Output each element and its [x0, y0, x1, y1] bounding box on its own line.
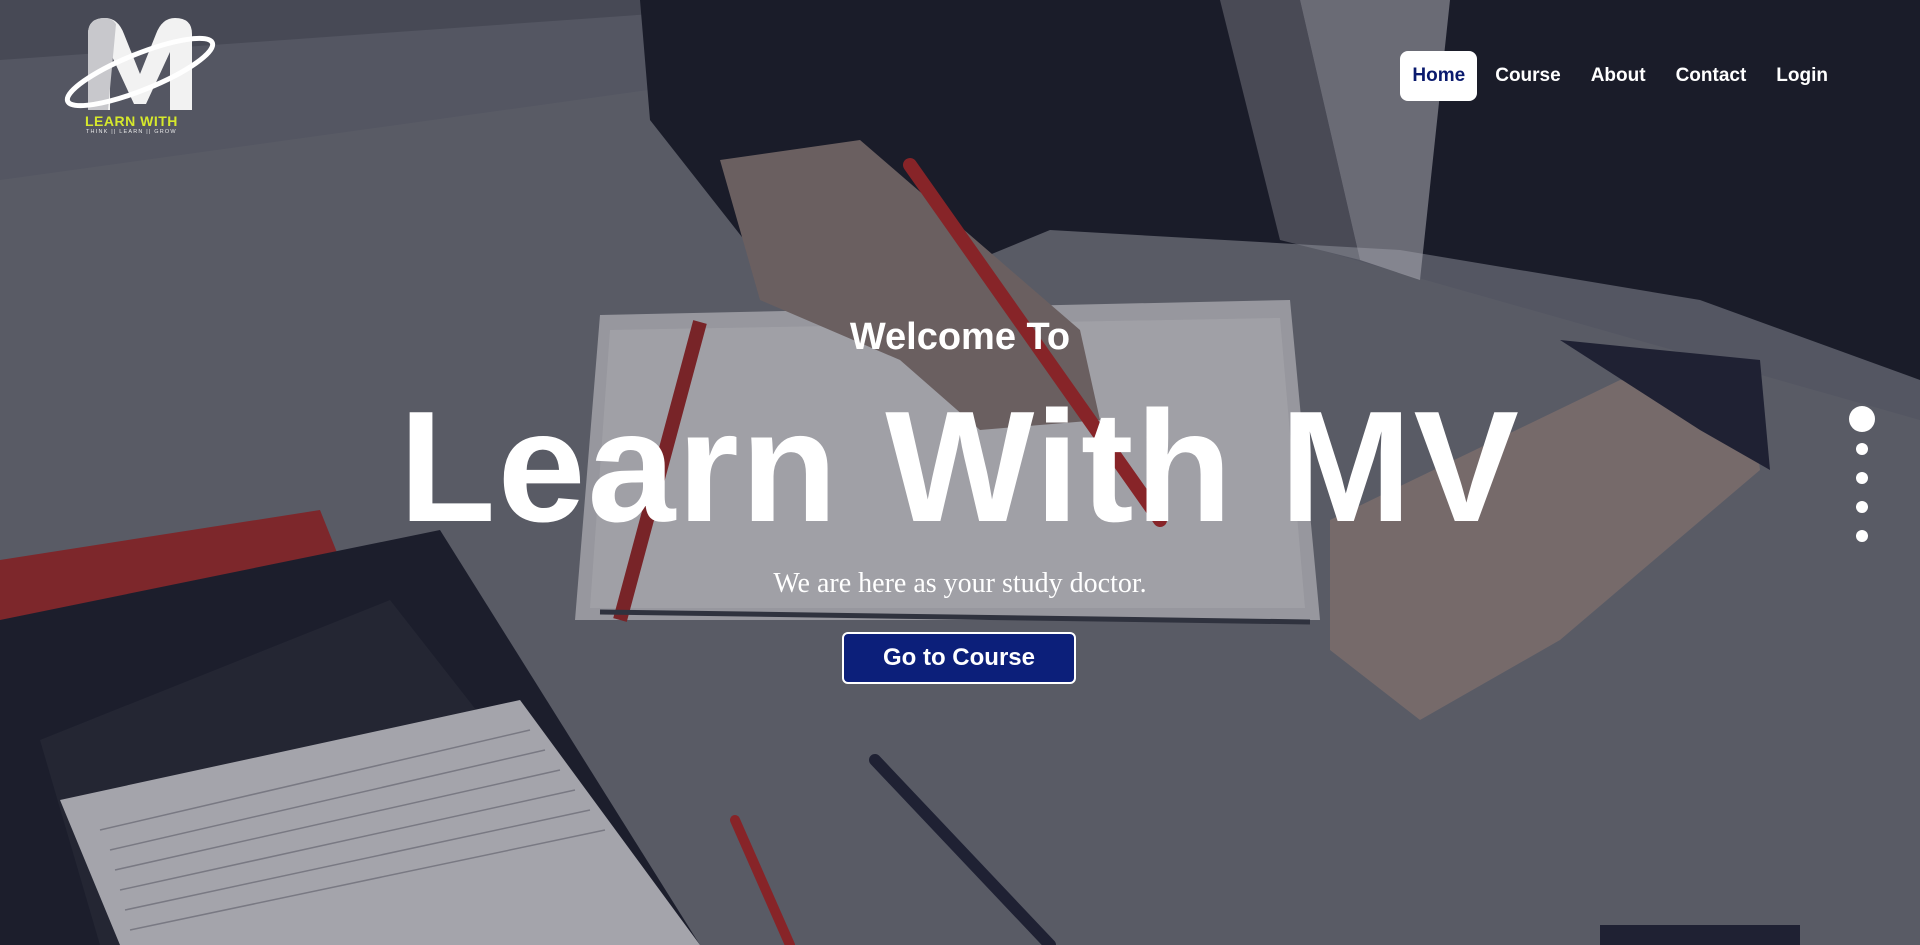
logo-tagline: THINK || LEARN || GROW	[86, 129, 177, 135]
go-to-course-button[interactable]: Go to Course	[842, 632, 1076, 684]
nav-item-about[interactable]: About	[1579, 51, 1658, 101]
nav-item-course[interactable]: Course	[1483, 51, 1572, 101]
nav-item-contact[interactable]: Contact	[1664, 51, 1759, 101]
hero-tagline: We are here as your study doctor.	[773, 568, 1147, 599]
slider-dot[interactable]	[1856, 530, 1868, 542]
hero-welcome-text: Welcome To	[849, 316, 1071, 358]
slider-dot[interactable]	[1856, 443, 1868, 455]
hero-section: LEARN WITH THINK || LEARN || GROW Home C…	[0, 0, 1920, 945]
slider-dot[interactable]	[1856, 501, 1868, 513]
slider-dot[interactable]	[1856, 472, 1868, 484]
nav-item-home[interactable]: Home	[1400, 51, 1478, 101]
hero-headline: Learn With MV	[399, 379, 1521, 555]
logo-text: LEARN WITH	[85, 113, 178, 129]
brand-logo[interactable]: LEARN WITH THINK || LEARN || GROW	[60, 12, 220, 142]
logo-mark-icon	[64, 18, 216, 110]
slider-dot[interactable]	[1849, 406, 1875, 432]
main-nav: Home Course About Contact Login	[1400, 51, 1840, 101]
nav-item-login[interactable]: Login	[1764, 51, 1840, 101]
